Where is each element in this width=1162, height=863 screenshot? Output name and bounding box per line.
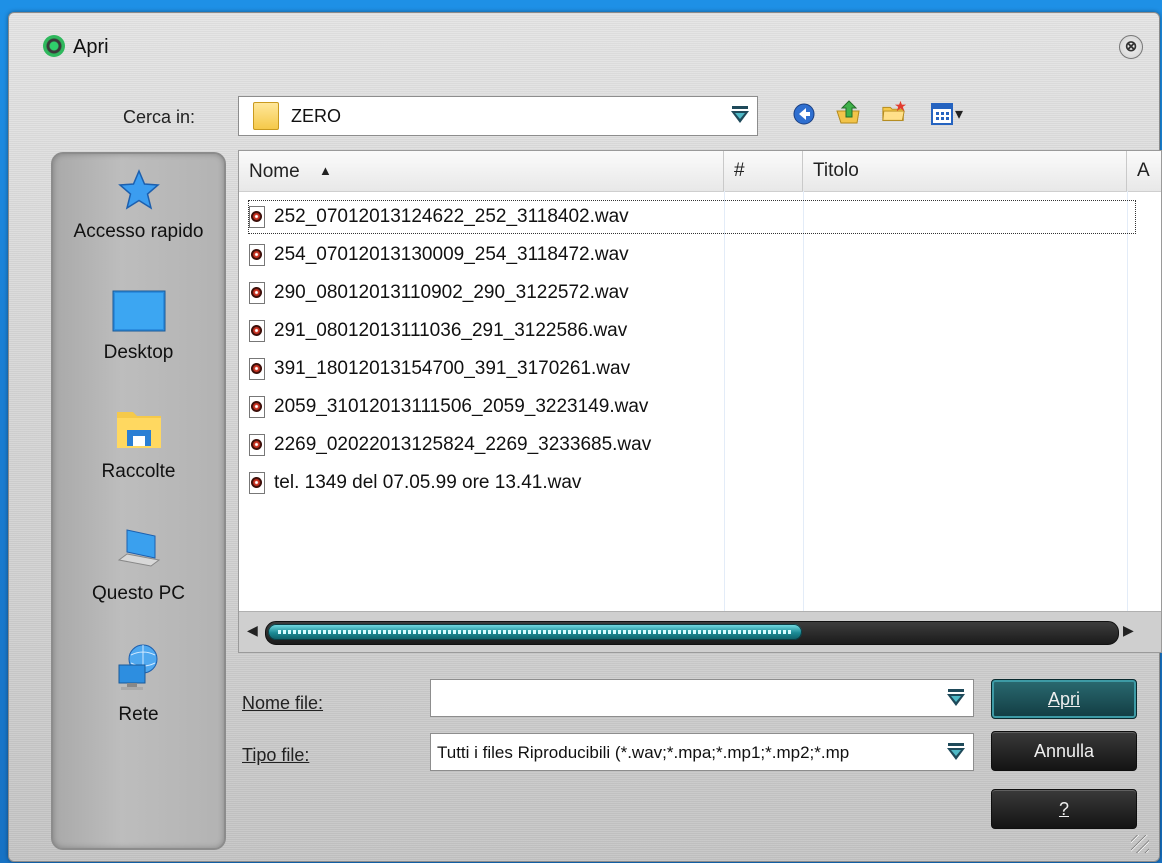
folder-icon xyxy=(253,102,279,130)
place-label: Raccolte xyxy=(101,461,176,482)
cancel-button[interactable]: Annulla xyxy=(991,731,1137,771)
view-caret-icon: ▾ xyxy=(954,106,964,123)
file-row[interactable]: 2059_31012013111506_2059_3223149.wav xyxy=(249,391,648,423)
file-row[interactable]: tel. 1349 del 07.05.99 ore 13.41.wav xyxy=(249,467,581,499)
network-icon xyxy=(118,644,157,690)
new-folder-button[interactable] xyxy=(881,99,907,125)
filename-label: Nome file: xyxy=(242,693,324,713)
filename-input[interactable] xyxy=(430,679,974,717)
scrollbar-track[interactable] xyxy=(265,621,1119,645)
place-network[interactable]: Rete xyxy=(53,641,224,726)
column-header-artist[interactable]: A xyxy=(1127,151,1161,191)
places-bar: Accesso rapido Desktop Raccolte Questo P… xyxy=(51,152,226,850)
star-icon xyxy=(117,169,160,210)
file-name: 290_08012013110902_290_3122572.wav xyxy=(274,282,629,303)
new-folder-icon xyxy=(882,100,907,121)
scroll-left-icon[interactable]: ◀ xyxy=(247,622,258,639)
view-menu-button[interactable]: ▾ xyxy=(927,101,967,127)
filetype-label: Tipo file: xyxy=(242,745,310,765)
chevron-down-icon[interactable] xyxy=(945,741,967,763)
app-logo-icon xyxy=(43,35,65,57)
view-menu-icon xyxy=(930,103,953,125)
place-label: Questo PC xyxy=(92,583,185,604)
horizontal-scrollbar[interactable]: ◀ ▶ xyxy=(239,611,1161,652)
file-row[interactable]: 254_07012013130009_254_3118472.wav xyxy=(249,239,629,271)
file-row[interactable]: 252_07012013124622_252_3118402.wav xyxy=(248,200,1136,234)
file-list[interactable]: Nome ▲ # Titolo A 252_07012013124622_252… xyxy=(238,150,1162,653)
audio-file-icon xyxy=(249,282,265,304)
filetype-select[interactable]: Tutti i files Riproducibili (*.wav;*.mpa… xyxy=(430,733,974,771)
file-name: 252_07012013124622_252_3118402.wav xyxy=(274,206,629,227)
up-folder-button[interactable] xyxy=(835,99,861,125)
back-button[interactable] xyxy=(791,101,817,127)
place-this-pc[interactable]: Questo PC xyxy=(53,526,224,605)
column-header-number[interactable]: # xyxy=(724,151,803,191)
desktop-icon xyxy=(112,290,165,332)
file-name: tel. 1349 del 07.05.99 ore 13.41.wav xyxy=(274,472,582,493)
audio-file-icon xyxy=(249,206,265,228)
folder-up-icon xyxy=(836,100,860,124)
audio-file-icon xyxy=(249,434,265,456)
place-quick-access[interactable]: Accesso rapido xyxy=(53,168,224,243)
lookin-label: Cerca in: xyxy=(123,107,196,127)
file-name: 2059_31012013111506_2059_3223149.wav xyxy=(274,396,649,417)
audio-file-icon xyxy=(249,320,265,342)
scroll-right-icon[interactable]: ▶ xyxy=(1123,622,1134,639)
file-row[interactable]: 391_18012013154700_391_3170261.wav xyxy=(249,353,630,385)
file-row[interactable]: 290_08012013110902_290_3122572.wav xyxy=(249,277,629,309)
lookin-value: ZERO xyxy=(291,106,342,126)
open-button[interactable]: Apri xyxy=(991,679,1137,719)
audio-file-icon xyxy=(249,472,265,494)
lookin-combo[interactable]: ZERO xyxy=(238,96,758,136)
place-label: Accesso rapido xyxy=(73,221,204,242)
place-libraries[interactable]: Raccolte xyxy=(53,404,224,483)
file-name: 254_07012013130009_254_3118472.wav xyxy=(274,244,629,265)
back-arrow-icon xyxy=(793,103,815,125)
file-name: 2269_02022013125824_2269_3233685.wav xyxy=(274,434,652,455)
column-header-name[interactable]: Nome ▲ xyxy=(239,151,724,191)
list-header: Nome ▲ # Titolo A xyxy=(239,151,1161,192)
computer-icon xyxy=(117,529,160,567)
file-name: 291_08012013111036_291_3122586.wav xyxy=(274,320,628,341)
scrollbar-thumb[interactable] xyxy=(268,624,802,640)
place-label: Desktop xyxy=(103,342,174,363)
help-button[interactable]: ? xyxy=(991,789,1137,829)
column-divider xyxy=(1127,191,1128,612)
column-divider xyxy=(803,191,804,612)
chevron-down-icon[interactable] xyxy=(945,687,967,709)
dialog-title: Apri xyxy=(73,36,109,58)
file-row[interactable]: 291_08012013111036_291_3122586.wav xyxy=(249,315,627,347)
open-dialog: Apri ⊗ Cerca in: ZERO ▾ Accesso rapido D… xyxy=(8,12,1162,862)
file-name: 391_18012013154700_391_3170261.wav xyxy=(274,358,631,379)
audio-file-icon xyxy=(249,244,265,266)
place-label: Rete xyxy=(118,704,159,725)
libraries-icon xyxy=(116,412,161,448)
file-row[interactable]: 2269_02022013125824_2269_3233685.wav xyxy=(249,429,651,461)
audio-file-icon xyxy=(249,358,265,380)
column-header-title[interactable]: Titolo xyxy=(803,151,1127,191)
chevron-down-icon[interactable] xyxy=(729,104,751,126)
filetype-value: Tutti i files Riproducibili (*.wav;*.mpa… xyxy=(437,743,850,762)
sort-ascending-icon: ▲ xyxy=(318,163,332,178)
resize-grip-icon[interactable] xyxy=(1131,835,1149,853)
close-button[interactable]: ⊗ xyxy=(1119,35,1143,59)
audio-file-icon xyxy=(249,396,265,418)
place-desktop[interactable]: Desktop xyxy=(53,289,224,364)
column-divider xyxy=(724,191,725,612)
